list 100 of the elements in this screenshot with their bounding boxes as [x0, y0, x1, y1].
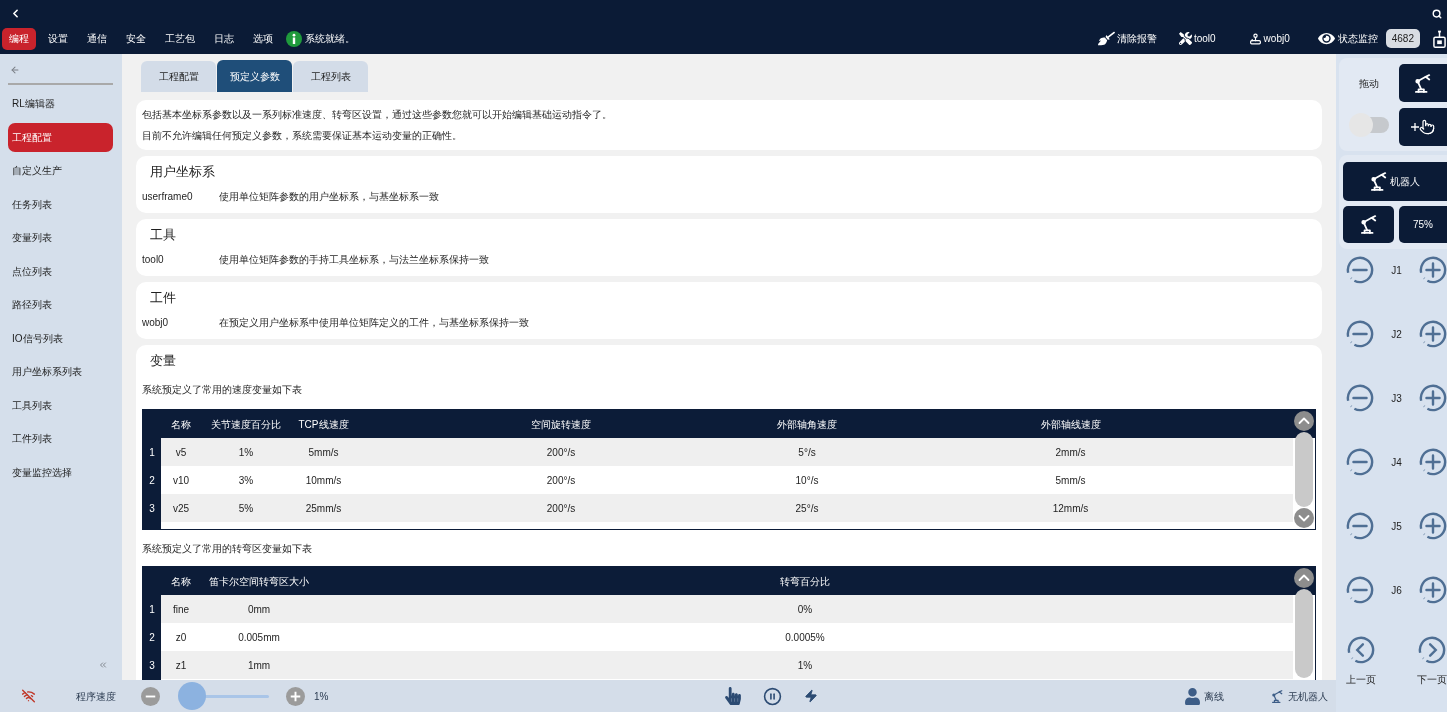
minus-icon[interactable] — [1346, 320, 1374, 348]
column-header: 笛卡尔空间转弯区大小 — [209, 574, 309, 589]
speed-button[interactable]: 75% — [1399, 206, 1447, 243]
table-row[interactable]: 3 v25 5% 25mm/s 200°/s 25°/s 12mm/s — [143, 494, 1293, 522]
sidebar-item[interactable]: 用户坐标系列表 — [8, 357, 113, 386]
slider-thumb[interactable] — [177, 682, 206, 710]
plus-icon[interactable] — [1419, 448, 1447, 476]
decrease-icon[interactable] — [141, 686, 160, 706]
table-cell-text: 10°/s — [795, 473, 819, 488]
work-object-button[interactable]: wobj0 — [1248, 31, 1290, 46]
menu-tab[interactable]: 通信 — [80, 27, 114, 50]
tab[interactable]: 预定义参数 — [217, 60, 292, 92]
table-row[interactable]: 1 v5 1% 5mm/s 200°/s 5°/s 2mm/s — [143, 438, 1293, 466]
menu-tab[interactable]: 工艺包 — [158, 27, 202, 50]
sidebar-item[interactable]: 自定义生产 — [8, 156, 113, 185]
tab[interactable]: 工程列表 — [293, 61, 368, 92]
column-header: TCP线速度 — [298, 417, 349, 432]
sidebar-item[interactable]: 路径列表 — [8, 290, 113, 319]
speed-slider[interactable] — [177, 682, 269, 710]
section-title: 用户坐标系 — [150, 164, 215, 180]
count-badge: 4682 — [1385, 29, 1420, 48]
row-number: 1 — [143, 438, 161, 466]
minus-icon[interactable] — [1346, 576, 1374, 604]
tool-button[interactable]: tool0 — [1178, 31, 1216, 46]
scroll-up-icon[interactable] — [1294, 568, 1314, 588]
menu-tab[interactable]: 日志 — [207, 27, 241, 50]
increase-icon[interactable] — [286, 686, 305, 706]
robot-arm-icon — [1360, 215, 1377, 234]
plus-icon[interactable] — [1419, 320, 1447, 348]
add-touch-button[interactable] — [1399, 108, 1447, 146]
table-cell-text: 200°/s — [546, 501, 576, 516]
hand-pointer-icon[interactable] — [725, 687, 742, 705]
search-icon[interactable] — [1432, 8, 1442, 19]
sidebar-item[interactable]: 工具列表 — [8, 390, 113, 420]
sidebar-item[interactable]: RL编辑器 — [8, 89, 113, 118]
row-number: 3 — [143, 651, 161, 679]
back-arrow-icon[interactable] — [10, 64, 20, 75]
sidebar-item[interactable]: 工件列表 — [8, 424, 113, 453]
scrollbar[interactable] — [1293, 410, 1315, 529]
parameter-name: tool0 — [142, 253, 164, 265]
column-header: 名称 — [171, 417, 191, 432]
minus-icon[interactable] — [1346, 256, 1374, 284]
joint-label: J2 — [1391, 327, 1402, 342]
plus-icon[interactable] — [1419, 256, 1447, 284]
minus-icon[interactable] — [1346, 384, 1374, 412]
monitor-button[interactable]: 状态监控 — [1316, 31, 1378, 46]
scrollbar[interactable] — [1293, 567, 1315, 680]
clear-alarm-button[interactable]: 清除报警 — [1097, 31, 1157, 46]
minus-icon[interactable] — [1346, 448, 1374, 476]
parameter-name: userframe0 — [142, 190, 193, 202]
robot-arm-icon — [1415, 73, 1431, 93]
joystick-icon — [1248, 31, 1262, 46]
speed-label: 程序速度 — [76, 689, 116, 704]
sidebar-item[interactable]: 变量列表 — [8, 223, 113, 252]
table-cell-text: v25 — [172, 501, 190, 516]
sidebar-item[interactable]: 工程配置 — [8, 122, 113, 152]
plus-icon[interactable] — [1419, 384, 1447, 412]
user-icon — [1184, 687, 1202, 705]
plus-icon[interactable] — [1419, 576, 1447, 604]
column-header: 名称 — [171, 574, 191, 589]
scroll-down-icon[interactable] — [1294, 508, 1314, 528]
pause-icon[interactable] — [763, 686, 783, 706]
table-cell-text: 0% — [797, 602, 813, 617]
robot-arm-icon — [1272, 688, 1284, 704]
sidebar-item[interactable]: 变量监控选择 — [8, 457, 113, 487]
column-header: 空间旋转速度 — [531, 417, 591, 432]
drag-toggle[interactable] — [1349, 113, 1389, 137]
menu-tab[interactable]: 选项 — [246, 27, 280, 50]
table-row[interactable]: 3 z1 1mm 1% — [143, 651, 1293, 679]
scroll-up-icon[interactable] — [1294, 411, 1314, 431]
menu-tab[interactable]: 安全 — [119, 27, 153, 50]
joint-label: J5 — [1391, 519, 1402, 534]
next-page-button[interactable]: 下一页 — [1417, 636, 1447, 687]
column-header: 外部轴线速度 — [1040, 417, 1101, 432]
menu-tab[interactable]: 编程 — [2, 27, 36, 50]
device-icon[interactable] — [1433, 28, 1446, 49]
table-cell-text: 200°/s — [546, 445, 576, 460]
table-cell-text: 0.0005% — [785, 630, 825, 645]
previous-page-button[interactable]: 上一页 — [1343, 636, 1379, 687]
joint-label: J3 — [1391, 391, 1402, 406]
sidebar-item[interactable]: IO信号列表 — [8, 323, 113, 353]
robot-arm-button[interactable] — [1399, 64, 1447, 102]
sidebar-item[interactable]: 任务列表 — [8, 189, 113, 219]
robot-arm-button[interactable] — [1343, 206, 1394, 243]
menu-tab[interactable]: 设置 — [41, 27, 75, 50]
robot-button[interactable]: 机器人 — [1343, 162, 1447, 201]
table-cell-text: z1 — [175, 658, 187, 673]
sidebar-item[interactable]: 点位列表 — [8, 256, 113, 286]
lightning-icon[interactable] — [804, 687, 819, 705]
tab[interactable]: 工程配置 — [141, 61, 216, 92]
minus-icon[interactable] — [1346, 512, 1374, 540]
previous-icon[interactable] — [1347, 636, 1375, 664]
scrollbar-thumb[interactable] — [1295, 432, 1313, 507]
scrollbar-thumb[interactable] — [1295, 589, 1313, 678]
plus-icon[interactable] — [1419, 512, 1447, 540]
broom-icon — [1097, 31, 1115, 46]
next-icon[interactable] — [1418, 636, 1446, 664]
table-row[interactable]: 1 fine 0mm 0% — [143, 595, 1293, 623]
section-title: 变量 — [150, 353, 176, 369]
tools-icon — [1178, 32, 1192, 45]
